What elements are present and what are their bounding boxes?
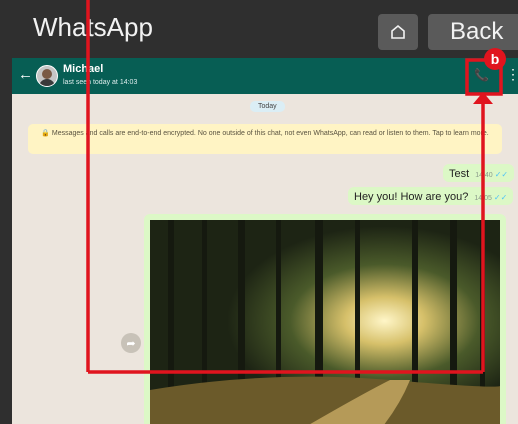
annotation-badge: b [484,48,506,70]
annotation-overlay [86,0,503,374]
device-frame: WhatsApp Back ← Michael last seen today … [0,0,518,424]
